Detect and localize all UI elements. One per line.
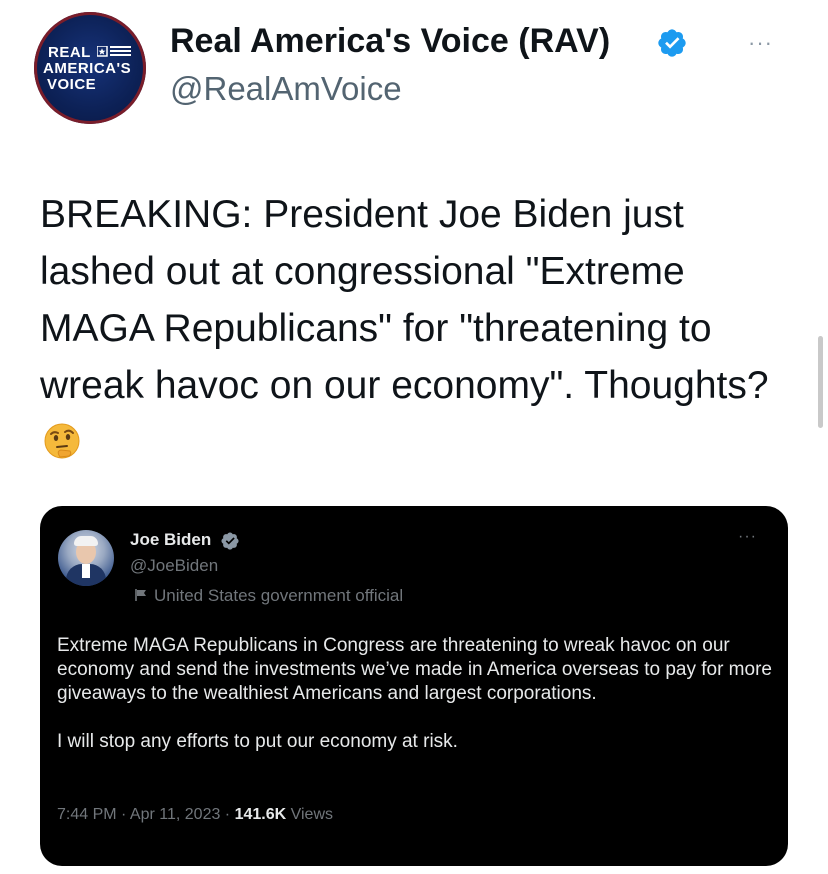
timestamp[interactable]: 7:44 PM · Apr 11, 2023 ·	[57, 806, 235, 823]
government-flag-icon	[135, 589, 146, 601]
affiliation-text: United States government official	[154, 586, 404, 605]
flag-icon	[97, 46, 131, 57]
quoted-tweet-card[interactable]: Joe Biden @JoeBiden ··· United States go…	[40, 506, 788, 866]
views-count: 141.6K	[234, 806, 287, 823]
quoted-more-options-icon[interactable]: ···	[738, 528, 757, 546]
thinking-face-icon	[44, 423, 80, 459]
government-affiliation-label: United States government official	[134, 586, 403, 606]
quoted-display-name[interactable]: Joe Biden	[130, 530, 211, 550]
scrollbar[interactable]	[818, 336, 823, 428]
quoted-handle[interactable]: @JoeBiden	[130, 556, 218, 576]
avatar-logo-line-2: AMERICA'S	[43, 60, 132, 77]
avatar[interactable]: REAL AMERICA'S VOICE	[34, 12, 146, 124]
more-options-icon[interactable]: ···	[748, 30, 773, 56]
quoted-tweet-text: Extreme MAGA Republicans in Congress are…	[57, 634, 777, 778]
display-name[interactable]: Real America's Voice (RAV)	[170, 22, 610, 61]
avatar-hair	[74, 536, 98, 546]
quoted-tweet-meta: 7:44 PM · Apr 11, 2023 · 141.6K Views	[57, 806, 333, 824]
verified-badge-icon[interactable]	[656, 27, 688, 59]
avatar-logo-line-3: VOICE	[47, 76, 97, 93]
quoted-verified-badge-icon[interactable]	[220, 531, 240, 551]
handle[interactable]: @RealAmVoice	[170, 70, 402, 108]
views-label: Views	[286, 806, 334, 823]
tweet-text-content: BREAKING: President Joe Biden just lashe…	[40, 193, 769, 407]
quoted-avatar[interactable]	[58, 530, 114, 586]
avatar-shirt	[82, 564, 90, 578]
quoted-paragraph: I will stop any efforts to put our econo…	[57, 731, 458, 752]
tweet-text: BREAKING: President Joe Biden just lashe…	[40, 186, 800, 471]
quoted-paragraph: Extreme MAGA Republicans in Congress are…	[57, 635, 772, 704]
